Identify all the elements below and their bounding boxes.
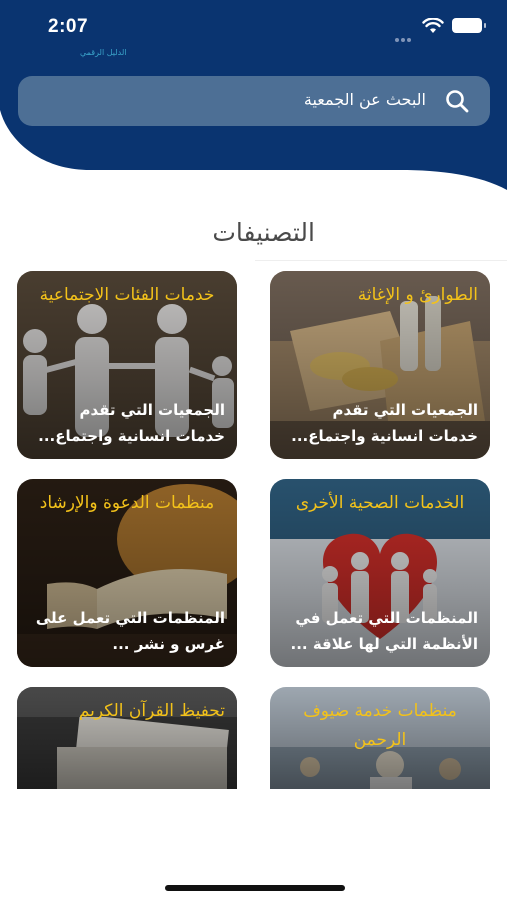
divider (255, 260, 507, 261)
wifi-icon (422, 18, 444, 33)
category-title: الطوارئ و الإغاثة (357, 285, 478, 305)
battery-icon (452, 18, 482, 33)
category-title: منظمات الدعوة والإرشاد (39, 493, 215, 513)
home-indicator[interactable] (165, 885, 345, 891)
search-icon[interactable] (444, 88, 470, 114)
category-title: تحفيظ القرآن الكريم (78, 701, 225, 721)
category-description: المنظمات التي تعمل على غرس و نشر ... (35, 609, 225, 653)
category-card-social-groups[interactable]: خدمات الفئات الاجتماعية الجمعيات التي تق… (17, 271, 237, 459)
category-card-emergency[interactable]: الطوارئ و الإغاثة الجمعيات التي تقدم خدم… (270, 271, 490, 459)
category-description: الجمعيات التي تقدم خدمات انسانية واجتماع… (291, 401, 478, 445)
signal-dots-icon (395, 27, 417, 42)
app-logo: الدليل الرقمي (80, 48, 127, 57)
search-placeholder: البحث عن الجمعية (303, 90, 426, 109)
status-bar: 2:07 (0, 0, 507, 50)
search-input[interactable]: البحث عن الجمعية (18, 76, 490, 126)
category-description: المنظمات التي تعمل في الأنظمة التي لها ع… (290, 609, 479, 653)
category-description: الجمعيات التي تقدم خدمات انسانية واجتماع… (38, 401, 225, 445)
category-title: منظمات خدمة ضيوف الرحمن (303, 701, 457, 750)
category-card-dawah[interactable]: منظمات الدعوة والإرشاد المنظمات التي تعم… (17, 479, 237, 667)
category-title: خدمات الفئات الاجتماعية (39, 285, 215, 305)
battery-tip (484, 23, 486, 28)
category-card-health[interactable]: الخدمات الصحية الأخرى المنظمات التي تعمل… (270, 479, 490, 667)
category-card-pilgrims[interactable]: منظمات خدمة ضيوف الرحمن (270, 687, 490, 789)
status-time: 2:07 (48, 16, 89, 37)
category-title: الخدمات الصحية الأخرى (295, 493, 465, 513)
page-title: التصنيفات (212, 218, 315, 247)
category-card-quran[interactable]: تحفيظ القرآن الكريم (17, 687, 237, 789)
